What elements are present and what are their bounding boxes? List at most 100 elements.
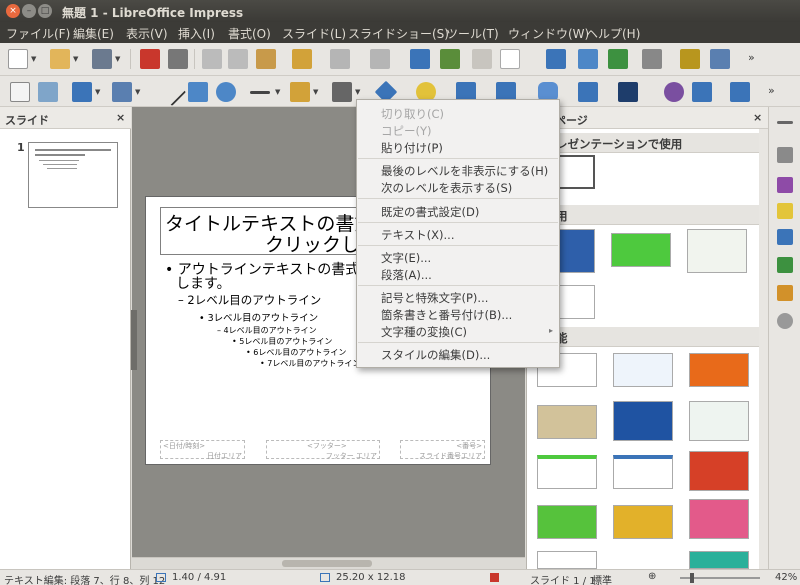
outline-level-6[interactable]: • 6レベル目のアウトライン	[246, 347, 346, 358]
master-thumb-available[interactable]	[537, 455, 597, 489]
slide-number-placeholder[interactable]: <番号> スライド番号エリア	[400, 440, 485, 460]
menu-slideshow[interactable]: スライドショー(S)	[348, 25, 449, 42]
menu-tools[interactable]: ツール(T)	[446, 25, 499, 42]
maximize-window-button[interactable]: □	[38, 4, 52, 18]
chevron-down-icon[interactable]: ▼	[73, 55, 78, 63]
line-color-icon[interactable]	[72, 82, 92, 102]
section-available[interactable]: 用可能	[527, 327, 759, 347]
chevron-down-icon[interactable]: ▼	[313, 88, 318, 96]
navigator-compass-icon[interactable]	[777, 313, 793, 329]
menu-show-next-level[interactable]: 次のレベルを表示する(S)	[381, 180, 512, 196]
master-thumb-available[interactable]	[537, 551, 597, 569]
arrange-icon[interactable]	[730, 82, 750, 102]
master-thumb-recent-2[interactable]	[611, 233, 671, 267]
menu-view[interactable]: 表示(V)	[126, 25, 168, 42]
close-icon[interactable]: ×	[753, 111, 762, 124]
panel-collapse-handle[interactable]	[131, 310, 137, 370]
3d-objects-icon[interactable]	[618, 82, 638, 102]
chevron-down-icon[interactable]: ▼	[275, 88, 280, 96]
menu-edit-style[interactable]: スタイルの編集(D)...	[381, 347, 490, 363]
align-icon[interactable]	[692, 82, 712, 102]
master-thumb-available[interactable]	[689, 551, 749, 569]
menu-copy[interactable]: コピー(Y)	[381, 123, 432, 139]
master-thumb-available[interactable]	[689, 353, 749, 387]
master-slides-icon[interactable]	[777, 229, 793, 245]
master-thumb-available[interactable]	[613, 455, 673, 489]
fit-slide-icon[interactable]: ⊕	[648, 571, 656, 582]
master-thumb-recent-3[interactable]	[687, 229, 747, 273]
master-thumb-available[interactable]	[537, 505, 597, 539]
slide-from-current-icon[interactable]	[608, 49, 628, 69]
chevron-down-icon[interactable]: ▼	[31, 55, 36, 63]
outline-level-5[interactable]: • 5レベル目のアウトライン	[232, 336, 332, 347]
toolbar-overflow-icon[interactable]: »	[748, 51, 755, 64]
section-used-in-presentation[interactable]: のプレゼンテーションで使用	[527, 133, 759, 153]
export-pdf-icon[interactable]	[140, 49, 160, 69]
print-icon[interactable]	[168, 49, 188, 69]
menu-bullets-numbering[interactable]: 箇条書きと番号付け(B)...	[381, 307, 512, 323]
menu-character[interactable]: 文字(E)...	[381, 250, 431, 266]
ellipse-tool-icon[interactable]	[216, 82, 236, 102]
master-slides-icon[interactable]	[546, 49, 566, 69]
properties-wrench-icon[interactable]	[777, 147, 793, 163]
clone-formatting-icon[interactable]	[292, 49, 312, 69]
animation-icon[interactable]	[777, 285, 793, 301]
menu-format[interactable]: 書式(O)	[228, 25, 271, 42]
outline-level-4[interactable]: – 4レベル目のアウトライン	[217, 325, 317, 336]
redo-icon[interactable]	[370, 49, 390, 69]
curve-tool-icon[interactable]	[290, 82, 310, 102]
menu-default-formatting[interactable]: 既定の書式設定(D)	[381, 204, 479, 220]
menu-change-case[interactable]: 文字種の変換(C)	[381, 324, 467, 340]
menu-file[interactable]: ファイル(F)	[6, 25, 70, 42]
menu-cut[interactable]: 切り取り(C)	[381, 106, 444, 122]
menu-window[interactable]: ウィンドウ(W)	[508, 25, 589, 42]
footer-placeholder[interactable]: <フッター> フッター エリア	[266, 440, 380, 460]
spelling-icon[interactable]	[440, 49, 460, 69]
menu-special-character[interactable]: 記号と特殊文字(P)...	[381, 290, 488, 306]
close-window-button[interactable]: ×	[6, 4, 20, 18]
outline-level-3[interactable]: • 3レベル目のアウトライン	[199, 310, 318, 324]
master-thumb-available[interactable]	[613, 505, 673, 539]
rectangle-tool-icon[interactable]	[188, 82, 208, 102]
master-thumb-available[interactable]	[537, 405, 597, 439]
fill-color-icon[interactable]	[112, 82, 132, 102]
master-thumb-available[interactable]	[613, 353, 673, 387]
connector-icon[interactable]	[332, 82, 352, 102]
zoom-slider-handle[interactable]	[690, 573, 694, 583]
cut-icon[interactable]	[202, 49, 222, 69]
grid-icon[interactable]	[472, 49, 492, 69]
master-thumb-available[interactable]	[613, 401, 673, 441]
paste-icon[interactable]	[256, 49, 276, 69]
chart-icon[interactable]	[710, 49, 730, 69]
outline-level-7[interactable]: • 7レベル目のアウトライン	[260, 358, 360, 369]
slide-thumbnail[interactable]	[28, 142, 118, 208]
close-icon[interactable]: ×	[116, 111, 125, 124]
document-modified-icon[interactable]	[490, 573, 499, 582]
zoom-icon[interactable]	[38, 82, 58, 102]
menu-edit[interactable]: 編集(E)	[73, 25, 114, 42]
menu-slide[interactable]: スライド(L)	[282, 25, 346, 42]
menu-help[interactable]: ヘルプ(H)	[586, 25, 640, 42]
menu-hide-last-level[interactable]: 最後のレベルを非表示にする(H)	[381, 163, 548, 179]
horizontal-scrollbar[interactable]	[132, 557, 525, 569]
find-replace-icon[interactable]	[410, 49, 430, 69]
master-thumb-available[interactable]	[689, 451, 749, 491]
menu-paragraph[interactable]: 段落(A)...	[381, 267, 432, 283]
copy-icon[interactable]	[228, 49, 248, 69]
chevron-down-icon[interactable]: ▼	[355, 88, 360, 96]
table-icon[interactable]	[642, 49, 662, 69]
display-views-icon[interactable]	[500, 49, 520, 69]
section-recently-used[interactable]: 近使用	[527, 205, 759, 225]
sidebar-menu-icon[interactable]	[777, 121, 793, 124]
menu-text[interactable]: テキスト(X)...	[381, 227, 454, 243]
line-tool-icon[interactable]	[157, 77, 187, 107]
outline-level-1-cont[interactable]: します。	[176, 273, 231, 293]
chevron-down-icon[interactable]: ▼	[95, 88, 100, 96]
open-folder-icon[interactable]	[50, 49, 70, 69]
start-slideshow-icon[interactable]	[578, 49, 598, 69]
scrollbar-thumb[interactable]	[282, 560, 372, 567]
master-thumb-available[interactable]	[689, 401, 749, 441]
rotate-icon[interactable]	[664, 82, 684, 102]
arrow-line-icon[interactable]	[250, 91, 270, 94]
menu-insert[interactable]: 挿入(I)	[178, 25, 215, 42]
